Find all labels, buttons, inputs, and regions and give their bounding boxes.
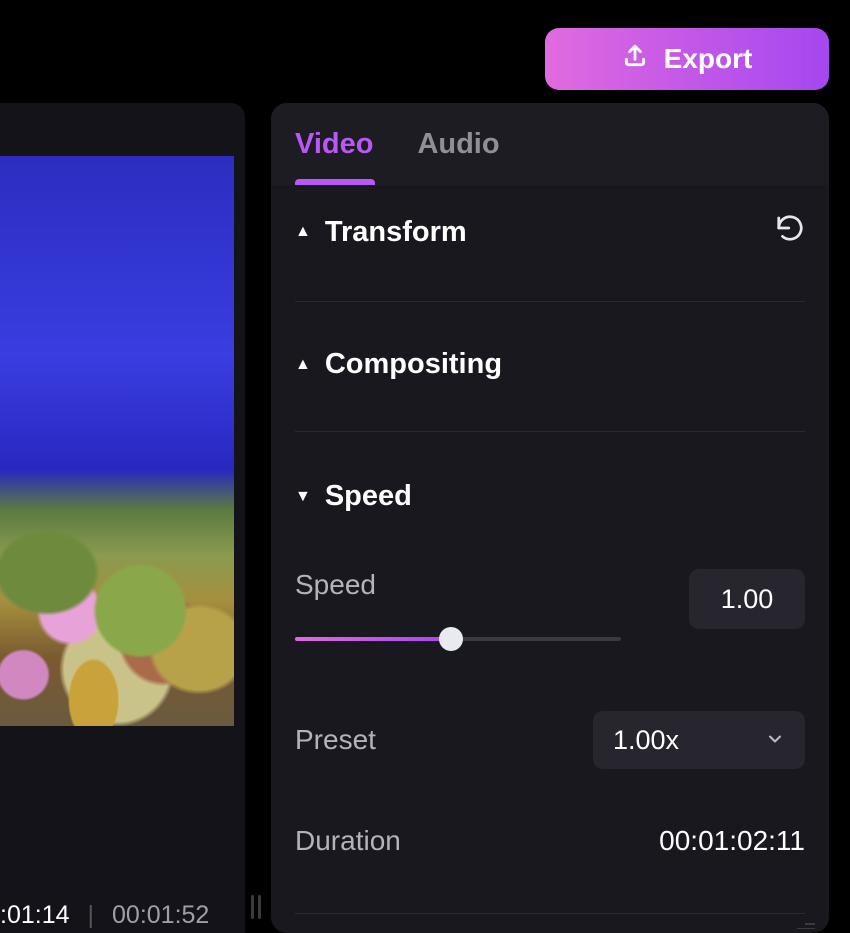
speed-slider[interactable]: [295, 631, 621, 647]
export-button[interactable]: Export: [545, 28, 829, 90]
current-time: :01:14: [0, 901, 70, 930]
speed-title: Speed: [325, 480, 412, 513]
compositing-title: Compositing: [325, 348, 502, 381]
properties-panel: Video Audio ▲ Transform ▲ Compositing ▼: [271, 103, 829, 933]
duration-label: Duration: [295, 825, 565, 857]
preset-label: Preset: [295, 724, 565, 756]
export-icon: [622, 43, 648, 76]
section-divider: [295, 301, 805, 302]
speed-value-text: 1.00: [721, 584, 774, 615]
preview-panel: :01:14 | 00:01:52 Fit: [0, 103, 245, 933]
preset-dropdown[interactable]: 1.00x: [593, 711, 805, 769]
speed-label: Speed: [295, 569, 565, 601]
speed-section-header[interactable]: ▼ Speed: [295, 480, 805, 513]
tab-underline: [295, 179, 375, 185]
expand-down-icon: ▼: [295, 489, 311, 505]
section-divider: [295, 431, 805, 432]
export-label: Export: [664, 43, 753, 75]
speed-value-input[interactable]: 1.00: [689, 569, 805, 629]
video-preview[interactable]: [0, 156, 234, 726]
tab-video[interactable]: Video: [295, 128, 373, 161]
tab-audio[interactable]: Audio: [417, 128, 499, 161]
timecode-display: :01:14 | 00:01:52: [0, 895, 245, 933]
panel-resize-handle[interactable]: [251, 895, 265, 919]
reset-icon[interactable]: [775, 213, 805, 251]
duration-value: 00:01:02:11: [659, 825, 805, 857]
collapse-up-icon: ▲: [295, 357, 311, 373]
compositing-section-header[interactable]: ▲ Compositing: [295, 348, 805, 381]
properties-tabs: Video Audio: [271, 103, 829, 185]
section-divider: [295, 913, 805, 914]
preset-value: 1.00x: [613, 725, 679, 756]
collapse-up-icon: ▲: [295, 224, 311, 240]
slider-fill: [295, 637, 451, 641]
chevron-down-icon: [765, 725, 785, 756]
transform-title: Transform: [325, 216, 467, 249]
slider-thumb[interactable]: [439, 627, 463, 651]
transform-section-header[interactable]: ▲ Transform: [295, 213, 805, 251]
time-divider: |: [88, 901, 95, 930]
panel-resize-grip[interactable]: [791, 923, 815, 929]
total-time: 00:01:52: [112, 901, 209, 930]
